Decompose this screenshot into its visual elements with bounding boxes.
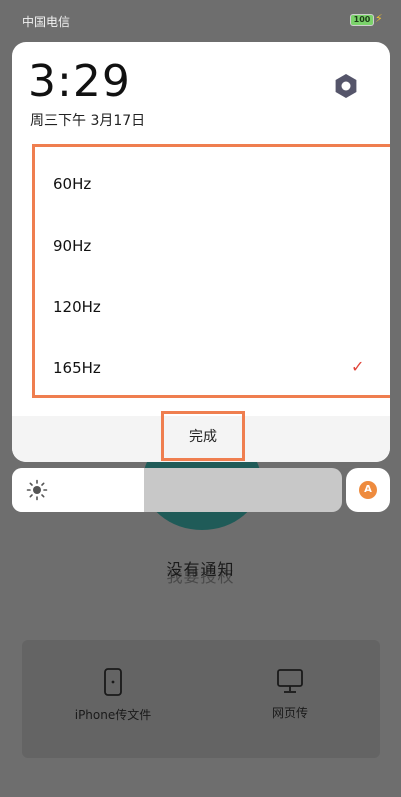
brightness-slider[interactable] [12, 468, 342, 512]
phone-icon [104, 668, 122, 696]
sun-icon [26, 479, 48, 501]
refresh-rate-option-165[interactable]: 165Hz ✓ [35, 339, 390, 399]
iphone-transfer-label: iPhone传文件 [74, 708, 152, 722]
auto-brightness-icon: A [359, 481, 377, 499]
refresh-rate-label: 90Hz [53, 237, 92, 255]
no-notifications-text: 没有通知 [166, 560, 235, 579]
monitor-icon [277, 669, 303, 693]
iphone-transfer-item[interactable]: iPhone传文件 [38, 668, 188, 723]
web-transfer-label: 网页传 [271, 706, 308, 720]
web-transfer-item[interactable]: 网页传 [215, 668, 365, 721]
settings-icon [335, 74, 357, 98]
refresh-rate-label: 120Hz [53, 298, 101, 316]
clock-time: 3:29 [28, 56, 131, 107]
refresh-rate-label: 60Hz [53, 175, 92, 193]
clock-date: 周三下午 3月17日 [30, 113, 146, 129]
settings-button[interactable] [332, 72, 360, 100]
status-bar: 中国电信 100 ⚡ [0, 0, 401, 40]
refresh-rate-option-60[interactable]: 60Hz [35, 155, 390, 215]
refresh-rate-label: 165Hz [53, 359, 101, 377]
refresh-rate-option-90[interactable]: 90Hz [35, 217, 390, 277]
refresh-rate-option-120[interactable]: 120Hz [35, 278, 390, 338]
battery-icon: 100 [350, 14, 374, 26]
refresh-rate-list: 60Hz 90Hz 120Hz 165Hz ✓ [32, 144, 390, 398]
done-button[interactable]: 完成 [161, 411, 245, 461]
charging-icon: ⚡ [375, 12, 383, 25]
auto-brightness-button[interactable]: A [346, 468, 390, 512]
selected-check-icon: ✓ [351, 357, 365, 376]
carrier-label: 中国电信 [22, 15, 71, 29]
control-center-card: 3:29 周三下午 3月17日 60Hz 90Hz 120Hz 165Hz ✓ … [12, 42, 390, 462]
